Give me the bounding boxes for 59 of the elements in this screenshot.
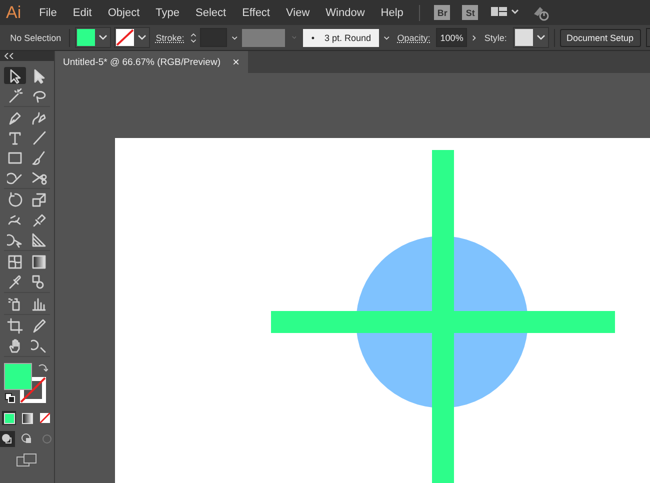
mesh-grid-icon: [7, 254, 23, 270]
color-mode-button[interactable]: [2, 411, 16, 425]
brush-definition-dropdown[interactable]: • 3 pt. Round: [303, 28, 380, 46]
document-tab[interactable]: Untitled-5* @ 66.67% (RGB/Preview) ×: [55, 51, 248, 73]
curvature-pen-icon: [31, 110, 47, 126]
menu-item[interactable]: Select: [195, 6, 226, 18]
eyedropper-icon: [7, 274, 23, 290]
scissors-icon: [31, 170, 47, 186]
gradient-square-icon: [31, 254, 47, 270]
zoom-magnifier-icon: [31, 338, 47, 354]
opacity-field[interactable]: 100%: [436, 28, 468, 47]
collapse-panel-icon[interactable]: [4, 53, 14, 59]
stroke-label[interactable]: Stroke:: [156, 32, 184, 42]
slice-knife-icon: [31, 318, 47, 334]
column-graph-icon: [31, 296, 47, 312]
shaper-icon: [7, 170, 23, 186]
magic-wand-icon: [7, 88, 23, 104]
app-launch-button[interactable]: Br: [434, 5, 450, 20]
menu-item[interactable]: Type: [156, 6, 180, 18]
tool-button[interactable]: [4, 67, 26, 84]
none-mode-button[interactable]: [38, 411, 52, 425]
dropdown-caret-icon[interactable]: [98, 35, 107, 40]
paintbrush-icon: [31, 150, 47, 166]
menu-item[interactable]: Object: [108, 6, 140, 18]
type-icon: [7, 130, 23, 146]
swap-arrow-icon[interactable]: [38, 363, 48, 373]
dropdown-caret-icon[interactable]: [138, 35, 146, 40]
graphic-style-dropdown[interactable]: [512, 27, 549, 48]
opacity-label[interactable]: Opacity:: [397, 32, 430, 42]
style-label: Style:: [484, 32, 507, 42]
default-colors-icon[interactable]: [5, 393, 15, 403]
stroke-color-dropdown[interactable]: [114, 27, 150, 48]
artboard-icon: [7, 318, 23, 334]
selection-status: No Selection: [10, 32, 62, 42]
scale-boxes-icon: [31, 192, 47, 208]
fill-swatch[interactable]: [4, 363, 32, 390]
screen-mode-icon[interactable]: [16, 453, 38, 467]
menu-item[interactable]: File: [39, 6, 57, 18]
line-segment-icon: [31, 130, 47, 146]
menu-item[interactable]: Effect: [242, 6, 270, 18]
menu-item[interactable]: Help: [380, 6, 404, 18]
dropdown-caret-icon: [292, 35, 296, 40]
perspective-grid-icon: [31, 232, 47, 248]
rectangle-icon: [7, 150, 23, 166]
menu-item[interactable]: Window: [326, 6, 365, 18]
draw-normal-icon[interactable]: [0, 431, 15, 447]
app-launch-button[interactable]: St: [462, 5, 478, 20]
shape-builder-icon: [7, 232, 23, 248]
menu-item[interactable]: Edit: [72, 6, 92, 18]
fill-color-dropdown[interactable]: [74, 27, 111, 48]
app-logo: Ai: [6, 2, 22, 22]
document-setup-button[interactable]: Document Setup: [560, 28, 641, 46]
gradient-mode-button[interactable]: [20, 411, 34, 425]
rotate-arrow-icon: [7, 192, 23, 208]
pushpin-icon: [31, 212, 47, 228]
pen-nib-icon: [7, 110, 23, 126]
menu-item[interactable]: View: [286, 6, 310, 18]
dropdown-caret-icon[interactable]: [536, 35, 545, 40]
variable-width-profile[interactable]: [242, 28, 285, 46]
